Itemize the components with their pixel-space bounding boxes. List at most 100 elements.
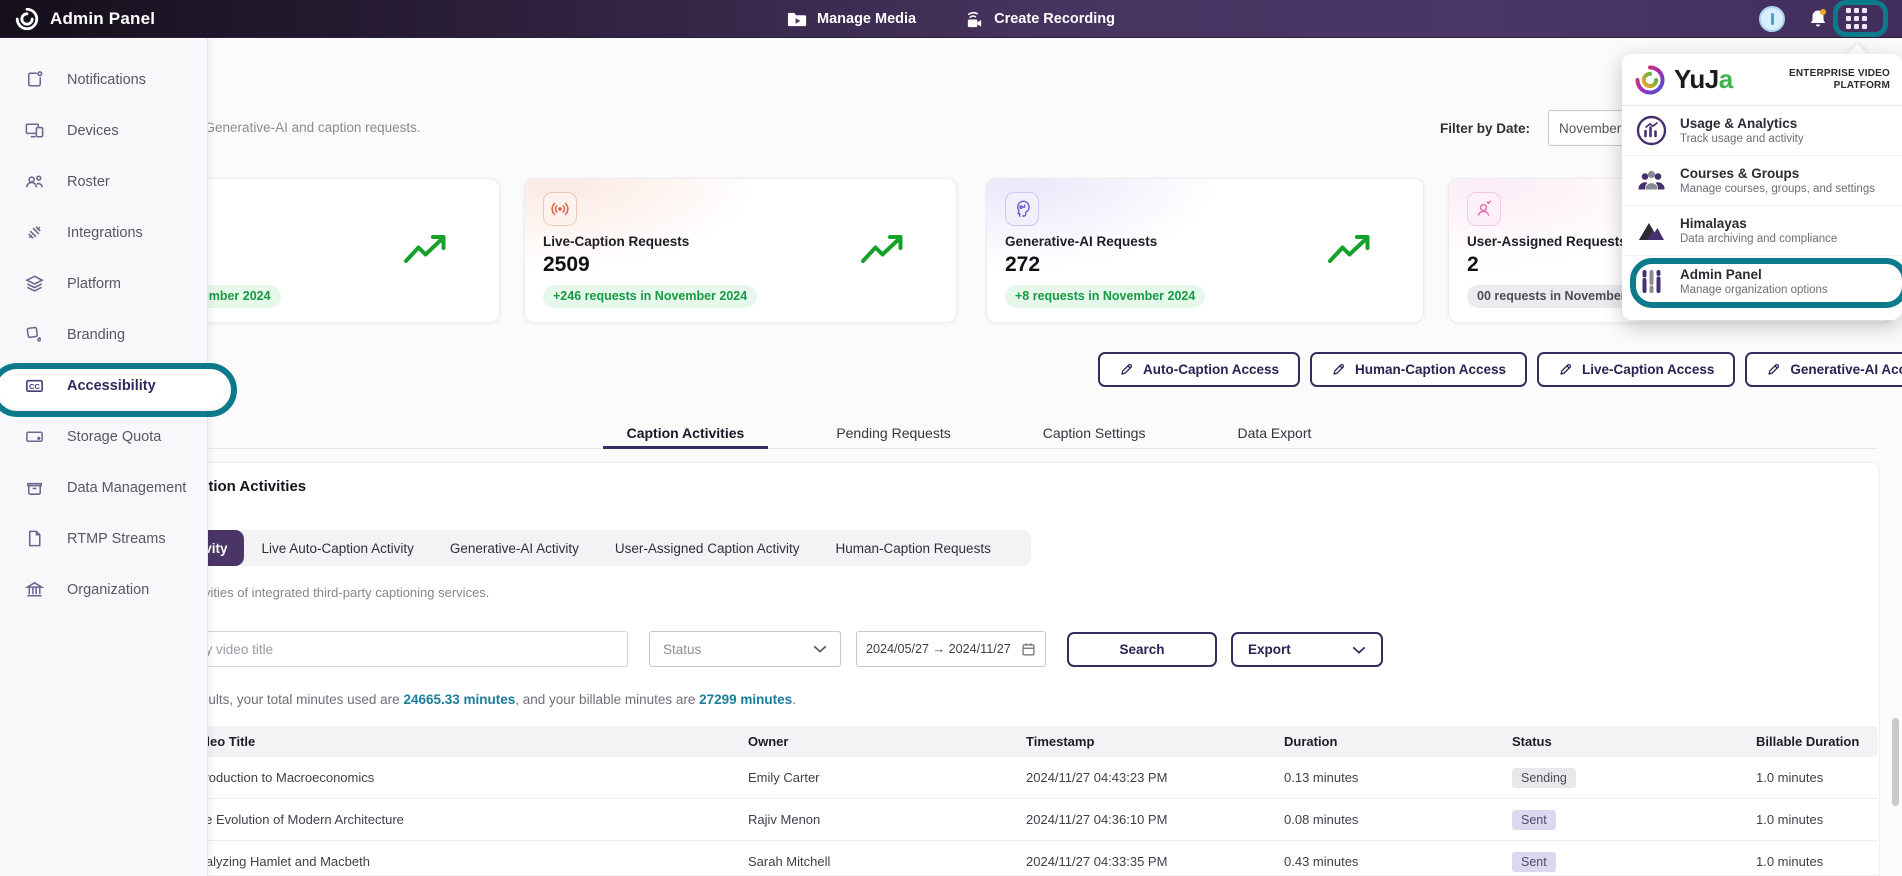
app-item-himalayas[interactable]: Himalayas Data archiving and compliance [1622, 206, 1902, 256]
adminpanel-icon [1635, 265, 1668, 298]
stat-card-value: 2509 [543, 253, 590, 276]
stat-card-badge: +8 requests in November 2024 [1005, 285, 1206, 308]
export-button[interactable]: Export [1231, 632, 1383, 667]
auto-caption-access-button[interactable]: Auto-Caption Access [1098, 352, 1301, 387]
manage-media-button[interactable]: Manage Media [787, 10, 916, 29]
human-caption-access-button[interactable]: Human-Caption Access [1310, 352, 1528, 387]
roster-icon [24, 171, 45, 192]
subtab-generative-ai-activity[interactable]: Generative-AI Activity [432, 541, 597, 556]
sidebar-item-devices[interactable]: Devices [0, 105, 207, 156]
billable-minutes-value: 27299 minutes [699, 692, 793, 707]
notifications-bell-icon[interactable] [1806, 7, 1830, 31]
info-icon [1770, 13, 1774, 25]
tab-pending-requests[interactable]: Pending Requests [836, 417, 950, 448]
trend-up-icon [860, 231, 906, 267]
sidebar-item-branding[interactable]: Branding [0, 309, 207, 360]
sidebar-item-label: Branding [67, 326, 126, 343]
main-content: Manage Generative-AI and caption request… [0, 0, 1902, 876]
stat-card-title: User-Assigned Requests [1467, 234, 1627, 249]
pencil-icon [1331, 362, 1346, 377]
app-item-usage-analytics[interactable]: Usage & Analytics Track usage and activit… [1622, 106, 1902, 156]
status-badge: Sent [1512, 809, 1556, 830]
subtab-live-auto-caption-activity[interactable]: Live Auto-Caption Activity [244, 541, 432, 556]
status-dropdown-value: Status [663, 641, 702, 657]
trend-up-icon [1327, 231, 1373, 267]
table-row[interactable]: Introduction to Macroeconomics Emily Cart… [60, 757, 1878, 799]
subtab-user-assigned-caption-activity[interactable]: User-Assigned Caption Activity [597, 541, 818, 556]
table-row[interactable]: The Evolution of Modern Architecture Raji… [60, 799, 1878, 841]
chevron-down-icon [813, 645, 827, 653]
owner-cell: Sarah Mitchell [748, 854, 831, 869]
duration-cell: 0.43 minutes [1284, 854, 1359, 869]
storage-icon [24, 426, 45, 447]
app-title: Admin Panel [50, 9, 156, 28]
sidebar-item-rtmp-streams[interactable]: RTMP Streams [0, 513, 207, 564]
duration-cell: 0.13 minutes [1284, 770, 1359, 785]
filter-by-date-label: Filter by Date: [1440, 121, 1531, 136]
usage-icon [1635, 114, 1668, 147]
tab-data-export[interactable]: Data Export [1237, 417, 1311, 448]
app-item-title: Himalayas [1680, 216, 1747, 231]
admin-panel-screen: Manage Generative-AI and caption request… [0, 0, 1902, 876]
rtmp-icon [24, 528, 45, 549]
pencil-icon [1558, 362, 1573, 377]
sidebar-item-label: Devices [67, 122, 119, 139]
app-item-title: Admin Panel [1680, 266, 1762, 282]
apps-grid-icon[interactable] [1846, 8, 1869, 31]
app-item-subtitle: Manage courses, groups, and settings [1680, 183, 1875, 195]
topbar-actions: Manage Media Create Recording [787, 0, 1115, 38]
sidebar-item-label: Integrations [67, 224, 143, 241]
create-recording-button[interactable]: Create Recording [964, 10, 1115, 29]
sidebar-item-label: Data Management [67, 479, 187, 496]
stat-card-title: Generative-AI Requests [1005, 234, 1158, 249]
generative-ai-access-button[interactable]: Generative-AI Access [1745, 352, 1902, 387]
sidebar-item-platform[interactable]: Platform [0, 258, 207, 309]
sidebar-item-roster[interactable]: Roster [0, 156, 207, 207]
accessibility-icon: CC [24, 375, 45, 396]
tab-caption-activities[interactable]: Caption Activities [602, 417, 768, 449]
app-item-subtitle: Track usage and activity [1680, 133, 1804, 145]
apps-dropdown-panel: YuJa ENTERPRISE VIDEO PLATFORM Usage & A… [1622, 54, 1902, 320]
status-dropdown[interactable]: Status [649, 631, 841, 667]
live-caption-access-button[interactable]: Live-Caption Access [1537, 352, 1736, 387]
status-cell: Sent [1512, 809, 1756, 830]
yuja-tagline: ENTERPRISE VIDEO PLATFORM [1789, 67, 1890, 91]
status-cell: Sent [1512, 851, 1756, 872]
notifications-icon [24, 69, 45, 90]
search-button[interactable]: Search [1067, 632, 1217, 667]
app-item-courses-groups[interactable]: Courses & Groups Manage courses, groups, … [1622, 156, 1902, 206]
vertical-scrollbar[interactable] [1892, 718, 1899, 806]
trend-up-icon [403, 231, 449, 267]
tab-caption-settings[interactable]: Caption Settings [1043, 417, 1146, 448]
organization-icon [24, 579, 45, 600]
sidebar-item-storage-quota[interactable]: Storage Quota [0, 411, 207, 462]
sidebar-item-label: RTMP Streams [67, 530, 166, 547]
sidebar-item-label: Platform [67, 275, 121, 292]
sidebar-item-data-management[interactable]: Data Management [0, 462, 207, 513]
subtab-human-caption-requests[interactable]: Human-Caption Requests [817, 541, 1008, 556]
topbar-brand: Admin Panel [14, 0, 155, 38]
sidebar-item-notifications[interactable]: Notifications [0, 54, 207, 105]
courses-icon [1635, 164, 1668, 197]
column-header-billable-duration: Billable Duration [1756, 734, 1860, 749]
chevron-down-icon [1352, 646, 1366, 654]
duration-cell: 0.08 minutes [1284, 812, 1359, 827]
app-item-admin-panel[interactable]: Admin Panel Manage organization options [1622, 256, 1902, 306]
column-header-duration: Duration [1284, 734, 1338, 749]
info-button[interactable] [1759, 6, 1785, 32]
user-icon [1467, 192, 1501, 226]
calendar-icon [1022, 642, 1035, 656]
sidebar-item-organization[interactable]: Organization [0, 564, 207, 615]
date-range-value: 2024/05/27 → 2024/11/27 [866, 642, 1011, 656]
stat-card-title: Live-Caption Requests [543, 234, 690, 249]
stat-card-badge: +246 requests in November 2024 [543, 285, 758, 308]
stat-card-generative-ai-requests: Generative-AI Requests 272 +8 requests in … [986, 178, 1424, 323]
total-minutes-value: 24665.33 minutes [403, 692, 516, 707]
table-row[interactable]: Analyzing Hamlet and Macbeth Sarah Mitche… [60, 841, 1878, 876]
billable-duration-cell: 1.0 minutes [1756, 812, 1824, 827]
sidebar-item-integrations[interactable]: Integrations [0, 207, 207, 258]
media-folder-icon [787, 12, 807, 26]
sidebar-item-label: Roster [67, 173, 110, 190]
date-range-picker[interactable]: 2024/05/27 → 2024/11/27 [856, 631, 1046, 667]
sidebar-item-accessibility[interactable]: CC Accessibility [0, 362, 224, 409]
